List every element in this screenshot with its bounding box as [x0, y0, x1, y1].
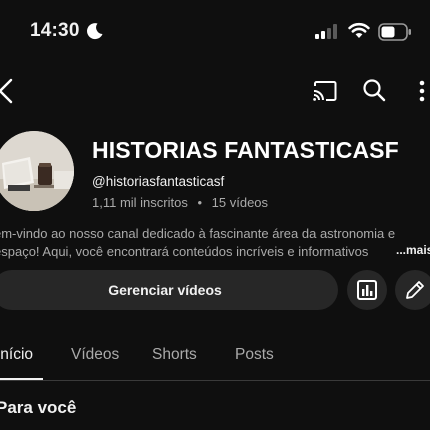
cellular-signal-icon — [315, 24, 337, 39]
wifi-icon — [348, 22, 370, 38]
subscriber-count: 1,11 mil inscritos — [92, 195, 188, 210]
channel-handle: @historiasfantasticasf — [92, 174, 225, 189]
cast-icon[interactable] — [312, 79, 338, 103]
search-icon[interactable] — [362, 78, 386, 102]
back-arrow-icon[interactable] — [0, 77, 16, 105]
battery-icon — [378, 23, 411, 41]
video-count: 15 vídeos — [211, 195, 269, 210]
more-vertical-icon[interactable] — [416, 79, 428, 103]
more-description-link[interactable]: ...mais — [394, 243, 430, 257]
channel-avatar[interactable] — [0, 131, 74, 211]
moon-icon — [87, 23, 103, 40]
description-line: espaço! Aqui, você encontrará conteúdos … — [0, 244, 369, 259]
pencil-icon — [406, 281, 424, 299]
description-line: em-vindo ao nosso canal dedicado à fasci… — [0, 226, 396, 241]
section-title: Para você — [0, 398, 77, 417]
channel-stats: 1,11 mil inscritos • 15 vídeos — [92, 195, 268, 210]
tab-posts[interactable]: Posts — [235, 346, 274, 364]
channel-tabs: Início Vídeos Shorts Posts — [0, 336, 430, 382]
tab-home[interactable]: Início — [0, 346, 33, 364]
channel-name: HISTORIAS FANTASTICASF — [92, 137, 399, 163]
status-time: 14:30 — [30, 20, 80, 41]
analytics-button[interactable] — [347, 270, 387, 310]
channel-description[interactable]: em-vindo ao nosso canal dedicado à fasci… — [0, 225, 424, 261]
tab-shorts[interactable]: Shorts — [152, 346, 197, 364]
stats-separator: • — [197, 195, 203, 210]
tabs-divider — [0, 380, 430, 381]
manage-videos-button[interactable]: Gerenciar vídeos — [0, 270, 338, 310]
analytics-icon — [357, 280, 377, 300]
edit-channel-button[interactable] — [395, 270, 430, 310]
avatar-image — [0, 131, 74, 211]
tab-videos[interactable]: Vídeos — [71, 346, 119, 364]
